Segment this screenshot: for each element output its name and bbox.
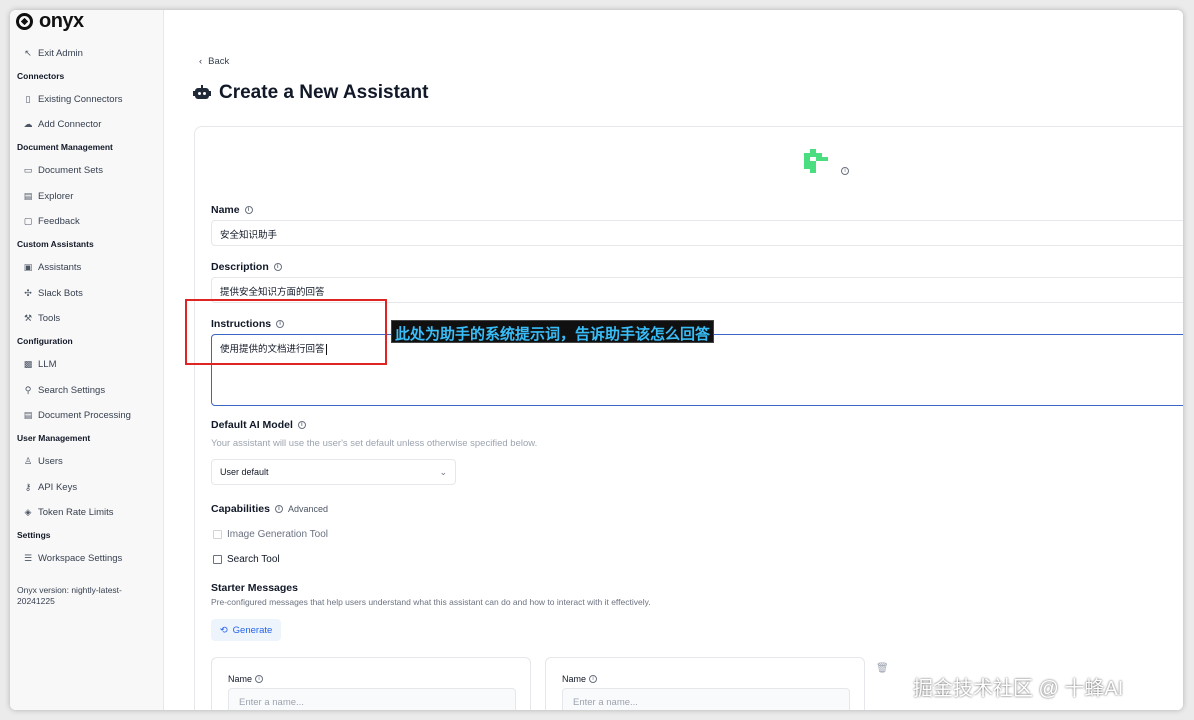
wrench-icon: ⚒ bbox=[23, 312, 33, 323]
info-icon[interactable]: i bbox=[274, 505, 283, 513]
refresh-icon: ⟲ bbox=[219, 624, 228, 636]
logo-text: onyx bbox=[39, 10, 84, 32]
section-custom-assistants: Custom Assistants bbox=[17, 239, 94, 249]
slack-icon: ✣ bbox=[24, 287, 32, 298]
image-generation-checkbox-row[interactable]: Image Generation Tool bbox=[213, 529, 328, 540]
starter-messages-hint: Pre-configured messages that help users … bbox=[211, 597, 651, 607]
assistant-form: i Name i 安全知识助手 Description i 提供安全知识方面的回答 … bbox=[194, 126, 1183, 710]
cpu-icon: ▩ bbox=[23, 358, 33, 369]
advanced-toggle[interactable]: Advanced bbox=[288, 504, 328, 514]
onyx-logo-icon bbox=[16, 12, 33, 30]
info-icon[interactable]: i bbox=[273, 263, 282, 271]
sidebar-item-explorer[interactable]: ▤ Explorer bbox=[23, 188, 74, 204]
sidebar-item-feedback[interactable]: ▢ Feedback bbox=[23, 213, 80, 229]
chevron-down-icon: ⌄ bbox=[439, 467, 447, 477]
name-label: Name i bbox=[211, 204, 253, 216]
image-generation-checkbox[interactable] bbox=[213, 530, 222, 539]
sidebar: onyx ↖ Exit Admin Connectors ▯ Existing C… bbox=[10, 10, 164, 710]
model-select[interactable]: User default ⌄ bbox=[211, 459, 456, 485]
user-icon: ♙ bbox=[23, 455, 33, 466]
sidebar-item-document-sets[interactable]: ▭ Document Sets bbox=[23, 162, 103, 178]
starter-name-label: Name i bbox=[562, 674, 598, 684]
default-model-label: Default AI Model i bbox=[211, 419, 306, 431]
info-icon[interactable]: i bbox=[255, 675, 264, 683]
starter-name-input[interactable]: Enter a name... bbox=[228, 688, 516, 710]
watermark: 掘金技术社区 @ 十蜂AI bbox=[913, 678, 1124, 700]
book-icon: ▯ bbox=[25, 93, 31, 104]
section-user-management: User Management bbox=[17, 433, 91, 443]
search-icon: ⚲ bbox=[24, 384, 32, 395]
exit-admin-link[interactable]: ↖ Exit Admin bbox=[23, 45, 83, 61]
trash-icon[interactable]: 🗑 bbox=[876, 663, 889, 674]
search-tool-checkbox-row[interactable]: Search Tool bbox=[213, 554, 280, 565]
document-icon: ▤ bbox=[23, 409, 33, 420]
shield-icon: ◈ bbox=[24, 506, 32, 517]
sidebar-item-api-keys[interactable]: ⚷ API Keys bbox=[23, 479, 77, 495]
folder-icon: ▭ bbox=[23, 164, 33, 175]
starter-name-label: Name i bbox=[228, 674, 264, 684]
robot-icon bbox=[193, 85, 211, 101]
sidebar-item-users[interactable]: ♙ Users bbox=[23, 453, 63, 469]
sidebar-item-assistants[interactable]: ▣ Assistants bbox=[23, 259, 82, 275]
database-icon: ☰ bbox=[23, 552, 33, 563]
sidebar-item-search-settings[interactable]: ⚲ Search Settings bbox=[23, 382, 105, 398]
back-link[interactable]: ‹ Back bbox=[199, 56, 229, 67]
generate-button[interactable]: ⟲ Generate bbox=[211, 619, 281, 641]
section-document-management: Document Management bbox=[17, 142, 113, 152]
sidebar-item-llm[interactable]: ▩ LLM bbox=[23, 356, 57, 372]
starter-messages-label: Starter Messages bbox=[211, 582, 298, 594]
name-input[interactable]: 安全知识助手 bbox=[211, 220, 1183, 246]
section-settings: Settings bbox=[17, 530, 51, 540]
message-icon: ▢ bbox=[23, 215, 33, 226]
avatar-icon bbox=[804, 149, 828, 173]
search-tool-checkbox[interactable] bbox=[213, 555, 222, 564]
document-search-icon: ▤ bbox=[23, 190, 33, 201]
sidebar-item-add-connector[interactable]: ☁ Add Connector bbox=[23, 116, 102, 132]
starter-message-card: Name i Enter a name... bbox=[211, 657, 531, 710]
page-title: Create a New Assistant bbox=[193, 82, 428, 104]
sidebar-item-workspace-settings[interactable]: ☰ Workspace Settings bbox=[23, 550, 122, 566]
annotation-highlight-box bbox=[185, 299, 387, 365]
sidebar-item-tools[interactable]: ⚒ Tools bbox=[23, 310, 60, 326]
section-configuration: Configuration bbox=[17, 336, 73, 346]
annotation-callout: 此处为助手的系统提示词，告诉助手该怎么回答 bbox=[391, 320, 715, 343]
exit-icon: ↖ bbox=[24, 47, 32, 58]
chevron-left-icon: ‹ bbox=[199, 56, 203, 67]
avatar-info-icon[interactable]: i bbox=[841, 167, 849, 175]
sidebar-item-token-rate-limits[interactable]: ◈ Token Rate Limits bbox=[23, 504, 114, 520]
sidebar-item-existing-connectors[interactable]: ▯ Existing Connectors bbox=[23, 91, 123, 107]
info-icon[interactable]: i bbox=[297, 421, 306, 429]
section-connectors: Connectors bbox=[17, 71, 65, 81]
logo[interactable]: onyx bbox=[16, 10, 84, 32]
starter-name-input[interactable]: Enter a name... bbox=[562, 688, 850, 710]
version-text: Onyx version: nightly-latest-20241225 bbox=[17, 585, 122, 606]
starter-message-card: Name i Enter a name... bbox=[545, 657, 865, 710]
info-icon[interactable]: i bbox=[589, 675, 598, 683]
robot-icon: ▣ bbox=[23, 261, 33, 272]
cloud-upload-icon: ☁ bbox=[23, 118, 33, 129]
sidebar-item-slack-bots[interactable]: ✣ Slack Bots bbox=[23, 285, 83, 301]
description-label: Description i bbox=[211, 261, 282, 273]
default-model-hint: Your assistant will use the user's set d… bbox=[211, 438, 538, 449]
info-icon[interactable]: i bbox=[244, 206, 253, 214]
capabilities-label: Capabilities i Advanced bbox=[211, 503, 328, 515]
sidebar-item-document-processing[interactable]: ▤ Document Processing bbox=[23, 407, 131, 423]
key-icon: ⚷ bbox=[24, 481, 32, 492]
assistant-avatar[interactable] bbox=[804, 149, 828, 173]
